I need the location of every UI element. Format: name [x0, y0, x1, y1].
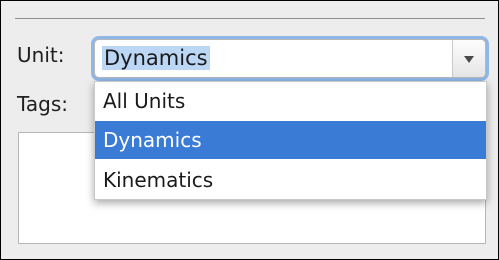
unit-select-toggle[interactable] [452, 40, 485, 77]
unit-label: Unit: [17, 43, 65, 67]
menu-item-dynamics[interactable]: Dynamics [95, 121, 486, 159]
menu-item-all-units[interactable]: All Units [95, 82, 486, 120]
unit-dropdown-menu: All Units Dynamics Kinematics [94, 81, 487, 200]
panel: Unit: Tags: Dynamics All Units Dynamics … [0, 0, 499, 260]
divider [15, 18, 485, 19]
chevron-down-icon [464, 56, 474, 63]
menu-item-kinematics[interactable]: Kinematics [95, 161, 486, 199]
unit-select[interactable]: Dynamics [94, 39, 486, 78]
tags-label: Tags: [17, 92, 69, 116]
unit-select-value: Dynamics [102, 46, 210, 70]
